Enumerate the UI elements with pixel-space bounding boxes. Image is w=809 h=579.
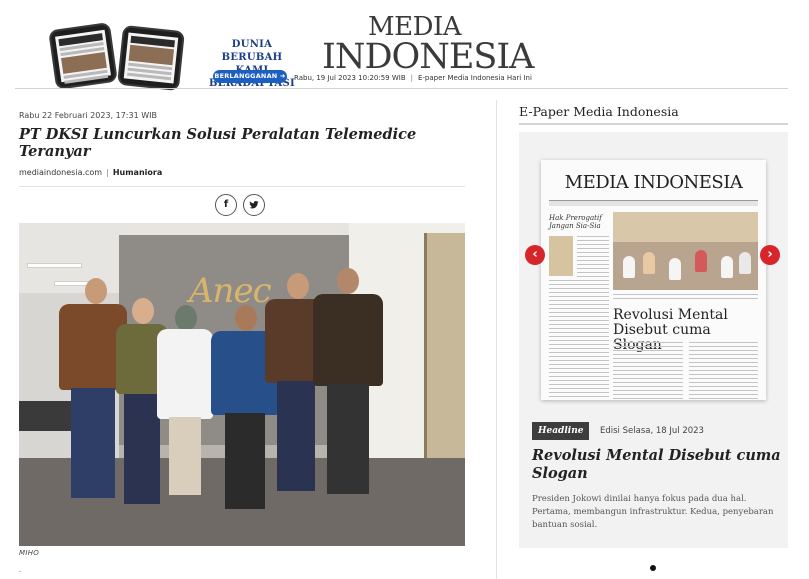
header-divider: [15, 88, 788, 89]
site-logo[interactable]: MEDIA INDONESIA: [322, 12, 534, 75]
arrow-right-icon: ➜: [279, 72, 286, 80]
epaper-side-image: [549, 236, 573, 276]
article-photo: Anec: [19, 223, 465, 546]
header-dateline: Rabu, 19 Jul 2023 10:20:59 WIB | E-paper M…: [294, 74, 532, 82]
source-separator: |: [106, 168, 109, 177]
carousel-indicator-dot[interactable]: [650, 565, 656, 571]
epaper-carousel: MEDIA INDONESIA Hak Prerogatif Jangan Si…: [519, 132, 788, 548]
epaper-sidebar: E-Paper Media Indonesia MEDIA INDONESIA …: [519, 100, 789, 579]
phone-illustration: [117, 24, 185, 92]
sidebar-title-divider: [519, 123, 788, 125]
twitter-icon: [249, 201, 259, 209]
category-link[interactable]: Humaniora: [113, 168, 162, 177]
column-divider: [496, 100, 497, 579]
epaper-headline-link[interactable]: Revolusi Mental Disebut cuma Slogan: [532, 447, 782, 483]
epaper-cover[interactable]: MEDIA INDONESIA Hak Prerogatif Jangan Si…: [541, 160, 766, 400]
phone-illustration: [48, 21, 118, 91]
source-divider: [19, 186, 465, 187]
article-date: Rabu 22 Februari 2023, 17:31 WIB: [19, 111, 157, 120]
photo-credit: MIHO: [19, 549, 40, 557]
promo-line-1: DUNIA BERUBAH: [221, 39, 283, 63]
article: Rabu 22 Februari 2023, 17:31 WIB PT DKSI…: [19, 104, 469, 574]
share-twitter-button[interactable]: [243, 194, 265, 216]
source-link[interactable]: mediaindonesia.com: [19, 168, 102, 177]
epaper-today-link[interactable]: E-paper Media Indonesia Hari Ini: [418, 74, 532, 82]
dateline-separator: |: [410, 74, 413, 82]
photo-wall-sign: Anec: [189, 271, 272, 311]
epaper-summary: Presiden Jokowi dinilai hanya fokus pada…: [532, 494, 774, 530]
epaper-logo: MEDIA INDONESIA: [564, 172, 743, 193]
carousel-prev-button[interactable]: ‹: [525, 245, 545, 265]
facebook-icon: f: [223, 199, 229, 210]
article-title: PT DKSI Luncurkan Solusi Peralatan Telem…: [19, 126, 417, 160]
epaper-small-headline: Hak Prerogatif Jangan Sia-Sia: [549, 214, 602, 230]
logo-indonesia: INDONESIA: [322, 37, 534, 77]
epaper-masthead-bar: [549, 200, 758, 206]
article-trailing-text: .: [19, 566, 22, 574]
site-header: DUNIA BERUBAH KAMI BERADAPTASI BERLANGGA…: [0, 0, 809, 92]
epaper-main-photo: [613, 212, 758, 290]
current-date-time: Rabu, 19 Jul 2023 10:20:59 WIB: [294, 74, 406, 82]
article-source: mediaindonesia.com | Humaniora: [19, 168, 162, 177]
subscription-promo[interactable]: DUNIA BERUBAH KAMI BERADAPTASI BERLANGGA…: [48, 21, 295, 92]
sidebar-title: E-Paper Media Indonesia: [519, 104, 679, 119]
subscribe-button[interactable]: BERLANGGANAN ➜: [213, 70, 287, 83]
carousel-next-button[interactable]: ›: [760, 245, 780, 265]
headline-badge: Headline: [532, 422, 590, 440]
chevron-left-icon: ‹: [532, 247, 538, 262]
edition-date: Edisi Selasa, 18 Jul 2023: [600, 426, 704, 436]
subscribe-label: BERLANGGANAN: [214, 72, 278, 80]
chevron-right-icon: ›: [767, 247, 773, 262]
share-facebook-button[interactable]: f: [215, 194, 237, 216]
